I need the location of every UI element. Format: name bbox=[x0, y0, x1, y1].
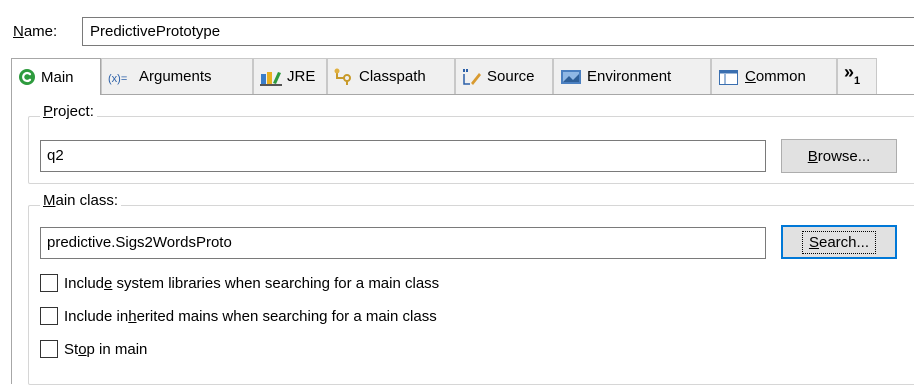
main-class-title-rest: ain class: bbox=[55, 192, 119, 209]
tab-main-label: Main bbox=[41, 68, 74, 86]
tab-source-label: Source bbox=[487, 68, 535, 85]
tab-environment-label: Environment bbox=[587, 68, 672, 85]
opt0-pre: Includ bbox=[64, 274, 105, 292]
svg-text:(x)=: (x)= bbox=[108, 73, 127, 85]
stop-in-main-label: Stop in main bbox=[64, 341, 147, 358]
main-class-group-title: Main class: bbox=[40, 192, 122, 209]
source-pencil-icon bbox=[462, 68, 482, 86]
project-title-mnemonic: P bbox=[43, 103, 54, 120]
name-input[interactable]: PredictivePrototype bbox=[82, 17, 914, 46]
overflow-count: 1 bbox=[854, 74, 861, 87]
tab-classpath[interactable]: Classpath bbox=[327, 58, 455, 94]
tab-arguments-label: Arguments bbox=[139, 68, 212, 85]
name-label: Name: bbox=[13, 23, 57, 40]
include-system-libraries-label: Include system libraries when searching … bbox=[64, 275, 439, 292]
opt0-post: system libraries when searching for a ma… bbox=[112, 274, 440, 292]
tab-common-mnemonic: C bbox=[745, 68, 756, 85]
library-books-icon bbox=[260, 68, 282, 86]
tab-jre[interactable]: JRE bbox=[253, 58, 327, 94]
opt1-pre: Include in bbox=[64, 307, 129, 325]
include-system-libraries-checkbox[interactable] bbox=[40, 274, 58, 292]
tab-common-label: Common bbox=[745, 68, 806, 85]
tab-arguments[interactable]: (x)= Arguments bbox=[101, 58, 253, 94]
tab-source[interactable]: Source bbox=[455, 58, 553, 94]
stop-in-main-option[interactable]: Stop in main bbox=[40, 340, 147, 358]
opt2-mnemonic: o bbox=[78, 340, 87, 358]
name-label-mnemonic: N bbox=[13, 23, 24, 40]
search-mnemonic: S bbox=[808, 233, 819, 251]
browse-rest: rowse... bbox=[817, 147, 871, 165]
name-label-rest: ame: bbox=[23, 23, 58, 40]
include-inherited-mains-option[interactable]: Include inherited mains when searching f… bbox=[40, 307, 437, 325]
tab-common[interactable]: Common bbox=[711, 58, 837, 94]
tab-overflow-chevron[interactable]: » 1 bbox=[837, 58, 877, 94]
include-inherited-mains-label: Include inherited mains when searching f… bbox=[64, 308, 437, 325]
opt2-post: p in main bbox=[86, 340, 148, 358]
main-class-input[interactable]: predictive.Sigs2WordsProto bbox=[40, 227, 766, 259]
include-inherited-mains-checkbox[interactable] bbox=[40, 307, 58, 325]
tab-jre-label: JRE bbox=[287, 68, 316, 85]
tab-environment[interactable]: Environment bbox=[553, 58, 711, 94]
browse-label: Browse... bbox=[808, 148, 871, 165]
opt1-mnemonic: h bbox=[128, 307, 137, 325]
project-title-rest: roject: bbox=[53, 103, 94, 120]
stop-in-main-checkbox[interactable] bbox=[40, 340, 58, 358]
project-group-title: Project: bbox=[40, 103, 97, 120]
project-input[interactable]: q2 bbox=[40, 140, 766, 172]
tab-common-rest: ommon bbox=[755, 68, 806, 85]
classpath-icon bbox=[334, 68, 354, 86]
tab-bar: Main (x)= Arguments JRE Classpath Source… bbox=[11, 58, 914, 95]
green-circle-c-icon bbox=[18, 68, 36, 86]
search-rest: earch... bbox=[818, 233, 870, 251]
tab-main[interactable]: Main bbox=[11, 58, 101, 95]
window-icon bbox=[718, 68, 740, 86]
tab-classpath-label: Classpath bbox=[359, 68, 426, 85]
opt1-post: erited mains when searching for a main c… bbox=[136, 307, 437, 325]
search-label: Search... bbox=[801, 230, 877, 254]
main-tab-panel: Project: q2 Browse... Main class: predic… bbox=[11, 94, 914, 385]
opt2-pre: St bbox=[64, 340, 79, 358]
environment-icon bbox=[560, 68, 582, 86]
main-class-title-mnemonic: M bbox=[43, 192, 56, 209]
overflow-chevron-icon: » bbox=[844, 62, 855, 82]
browse-mnemonic: B bbox=[807, 147, 818, 165]
search-button[interactable]: Search... bbox=[781, 225, 897, 259]
x-equals-arguments-icon: (x)= bbox=[108, 68, 134, 86]
browse-button[interactable]: Browse... bbox=[781, 139, 897, 173]
include-system-libraries-option[interactable]: Include system libraries when searching … bbox=[40, 274, 439, 292]
